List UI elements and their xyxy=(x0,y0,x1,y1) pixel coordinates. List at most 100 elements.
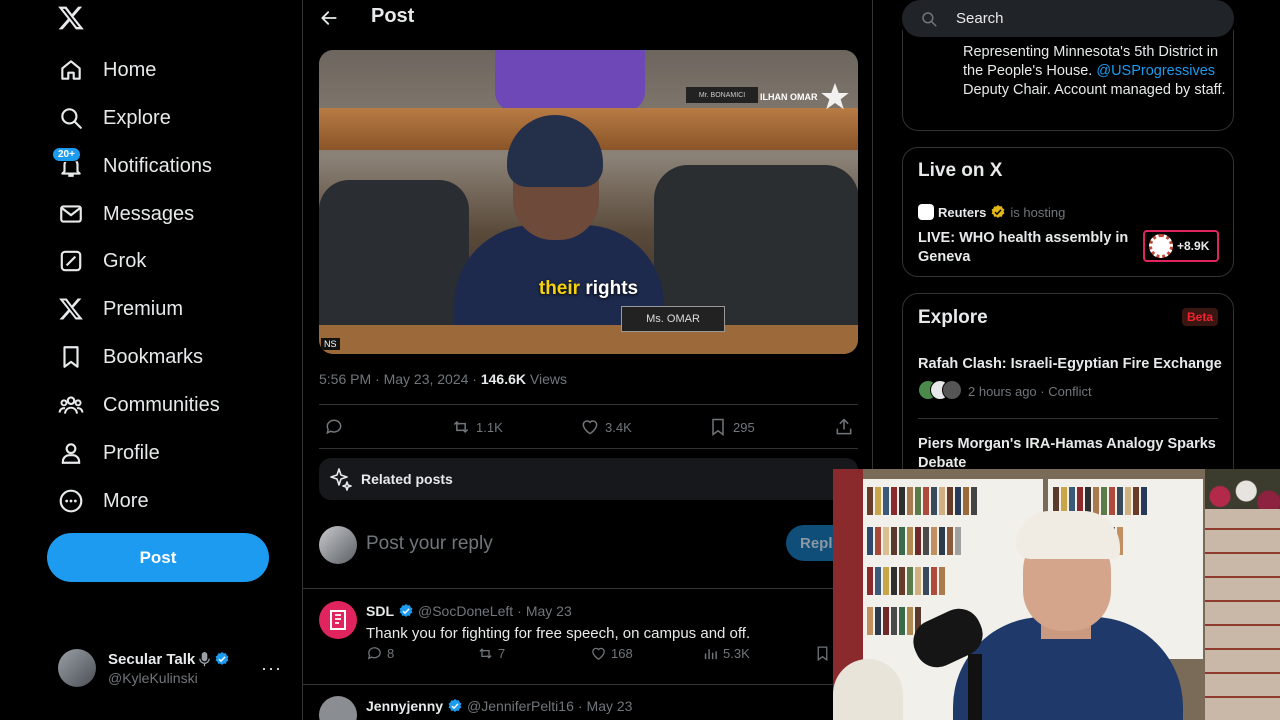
avatar xyxy=(942,380,962,400)
related-posts-button[interactable]: Related posts xyxy=(319,458,858,500)
share-icon xyxy=(836,418,852,435)
bio-mention-link[interactable]: @USProgressives xyxy=(1096,63,1215,79)
post-timestamp[interactable]: 5:56 PM · May 23, 2024 · xyxy=(319,371,481,387)
views-label: Views xyxy=(526,371,567,387)
caption-highlight: their xyxy=(538,278,581,299)
nav-label: Explore xyxy=(103,106,171,129)
post-meta: 5:56 PM · May 23, 2024 · 146.6K Views xyxy=(319,371,567,387)
comment-bookmark-button[interactable] xyxy=(814,645,831,662)
divider xyxy=(303,588,872,589)
listener-count: +8.9K xyxy=(1177,239,1210,253)
retweet-button[interactable]: 1.1K xyxy=(451,417,503,437)
search-bar[interactable] xyxy=(902,0,1234,37)
views-count: 146.6K xyxy=(480,371,527,387)
trend-title[interactable]: Rafah Clash: Israeli-Egyptian Fire Excha… xyxy=(918,356,1222,372)
related-posts-label: Related posts xyxy=(361,471,453,487)
nav-item-communities[interactable]: Communities xyxy=(58,387,220,423)
nav-label: Communities xyxy=(103,393,220,416)
comment-handle[interactable]: @SocDoneLeft xyxy=(418,603,513,619)
separator-dot: · xyxy=(577,698,583,714)
verified-badge-icon xyxy=(399,604,413,617)
nav-item-home[interactable]: Home xyxy=(58,52,156,88)
nav-item-grok[interactable]: Grok xyxy=(58,243,146,279)
account-switcher[interactable]: Secular Talk @KyleKulinski ··· xyxy=(58,646,288,690)
comment-author[interactable]: Jennyjenny xyxy=(366,698,443,714)
profile-bio-card: Representing Minnesota's 5th District in… xyxy=(902,30,1234,131)
verified-gold-badge-icon xyxy=(992,205,1005,218)
reply-input[interactable] xyxy=(366,531,766,557)
nav-item-premium[interactable]: Premium xyxy=(58,291,183,327)
explore-card: Explore Beta Rafah Clash: Israeli-Egypti… xyxy=(902,293,1234,493)
webcam-streamer-hair xyxy=(1016,511,1120,559)
nav-item-profile[interactable]: Profile xyxy=(58,435,160,471)
views-count: 5.3K xyxy=(723,646,750,661)
x-logo-icon[interactable] xyxy=(57,4,85,32)
comment-reply-button[interactable]: 8 xyxy=(366,645,394,662)
comment-author[interactable]: SDL xyxy=(366,603,394,619)
hosting-label: is hosting xyxy=(1010,204,1066,220)
bookmark-button[interactable]: 295 xyxy=(708,417,755,437)
star-icon xyxy=(821,83,849,110)
account-name: Secular Talk xyxy=(108,650,196,668)
divider xyxy=(918,418,1218,419)
avatar xyxy=(319,526,357,564)
book-row xyxy=(867,487,977,515)
video-player[interactable]: Mr. BONAMICI Ms. OMAR ILHAN OMAR their r… xyxy=(319,50,858,354)
search-input[interactable] xyxy=(956,10,1216,27)
host-name: Reuters xyxy=(938,204,987,220)
heart-icon xyxy=(592,647,605,660)
video-desk xyxy=(319,325,858,354)
explore-section-title: Explore xyxy=(918,307,988,328)
live-section-title: Live on X xyxy=(918,160,1003,181)
trend-avatars xyxy=(918,380,962,402)
reply-count: 8 xyxy=(387,646,395,661)
post-header: Post xyxy=(303,0,872,38)
account-handle: @KyleKulinski xyxy=(108,669,198,686)
comment-handle[interactable]: @JenniferPelti16 xyxy=(467,698,574,714)
post-detail: Post Mr. BONAMICI Ms. OMAR ILHAN OMAR th… xyxy=(302,0,873,720)
comment-text: Thank you for fighting for free speech, … xyxy=(366,625,751,642)
comment-time[interactable]: May 23 xyxy=(526,603,572,619)
book-row xyxy=(867,607,921,635)
webcam-overlay xyxy=(833,469,1280,720)
live-listener-count[interactable]: +8.9K xyxy=(1143,230,1219,262)
avatar xyxy=(319,696,357,720)
nav-item-messages[interactable]: Messages xyxy=(58,196,194,232)
video-watermark: ILHAN OMAR xyxy=(756,80,856,120)
reuters-logo-icon xyxy=(918,204,934,220)
trend-meta: 2 hours ago · Conflict xyxy=(918,380,1092,402)
like-count: 3.4K xyxy=(605,419,632,435)
microphone-icon xyxy=(199,651,211,666)
like-button[interactable]: 3.4K xyxy=(580,417,632,437)
live-headline[interactable]: LIVE: WHO health assembly in Geneva xyxy=(918,229,1138,267)
nav-item-bookmarks[interactable]: Bookmarks xyxy=(58,339,203,375)
comment-views-button[interactable]: 5.3K xyxy=(702,645,750,662)
nav-label: Profile xyxy=(103,441,160,464)
communities-icon xyxy=(58,392,84,418)
back-arrow-icon[interactable] xyxy=(319,8,339,28)
comment-like-button[interactable]: 168 xyxy=(590,645,633,662)
reply-button[interactable] xyxy=(324,417,344,437)
post-button[interactable]: Post xyxy=(47,533,269,582)
webcam-fireplace xyxy=(1205,509,1280,720)
nav-label: Notifications xyxy=(103,154,212,177)
comment-time[interactable]: May 23 xyxy=(587,698,633,714)
nav-item-explore[interactable]: Explore xyxy=(58,100,171,136)
nav-label: Bookmarks xyxy=(103,345,204,368)
nav-item-notifications[interactable]: 20+ Notifications xyxy=(52,147,212,184)
nav-label: Messages xyxy=(103,202,195,225)
avatar xyxy=(58,649,96,687)
webcam-lamp xyxy=(833,659,903,720)
nav-item-more[interactable]: More xyxy=(58,483,149,519)
trend-title[interactable]: Piers Morgan's IRA-Hamas Analogy Sparks … xyxy=(918,435,1223,473)
reply-composer: Reply xyxy=(319,523,866,567)
trend-meta-text: 2 hours ago · Conflict xyxy=(968,383,1092,399)
more-horizontal-icon[interactable]: ··· xyxy=(261,658,282,679)
share-button[interactable] xyxy=(834,417,854,437)
live-host[interactable]: Reuters is hosting xyxy=(918,204,1065,220)
live-on-x-card: Live on X Reuters is hosting LIVE: WHO h… xyxy=(902,147,1234,277)
beta-badge: Beta xyxy=(1181,308,1218,326)
search-icon xyxy=(922,11,937,26)
caption-text: rights xyxy=(580,278,639,299)
comment-retweet-button[interactable]: 7 xyxy=(477,645,505,662)
